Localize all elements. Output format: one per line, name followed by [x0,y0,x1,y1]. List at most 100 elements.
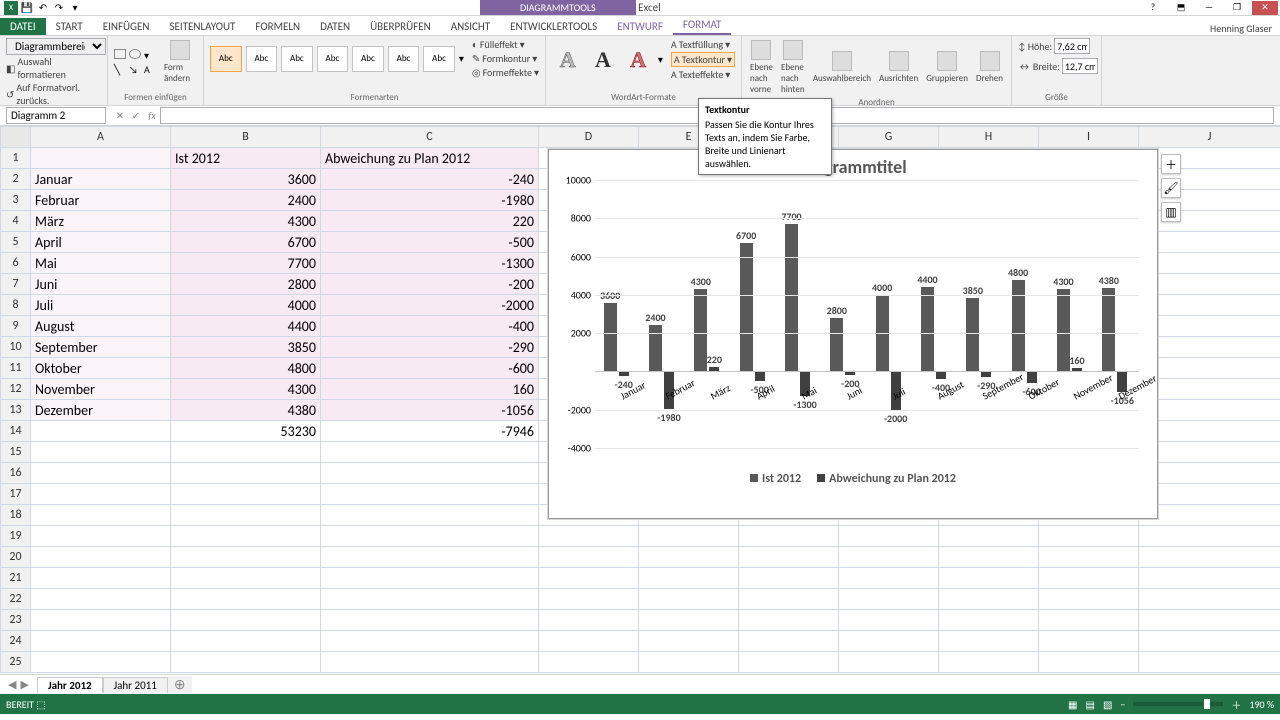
cell[interactable] [839,526,939,547]
cell[interactable] [839,589,939,610]
cell-A3[interactable]: Februar [31,190,171,211]
cell[interactable] [939,652,1039,673]
bar-ist-5[interactable]: 2800 [830,318,843,372]
cell[interactable] [1139,253,1280,274]
shape-style-2[interactable]: Abc [246,46,278,72]
cell-B13[interactable]: 4380 [171,400,321,421]
cell-B7[interactable]: 2800 [171,274,321,295]
cell[interactable] [1139,211,1280,232]
col-header-A[interactable]: A [31,127,171,148]
user-name[interactable]: Henning Glaser [1210,22,1280,35]
cell-C9[interactable]: -400 [321,316,539,337]
cell[interactable] [171,631,321,652]
row-header-19[interactable]: 19 [1,526,31,547]
row-header-1[interactable]: 1 [1,148,31,169]
cell[interactable] [1139,547,1280,568]
cell-C12[interactable]: 160 [321,379,539,400]
cell-A1[interactable] [31,148,171,169]
cell[interactable] [1139,232,1280,253]
cell[interactable] [539,631,639,652]
shape-line-icon[interactable]: ╲ [114,63,128,76]
shape-style-4[interactable]: Abc [317,46,349,72]
cell[interactable] [1139,295,1280,316]
cell[interactable] [321,568,539,589]
zoom-level[interactable]: 190 % [1249,698,1274,711]
cell-C7[interactable]: -200 [321,274,539,295]
cell[interactable] [1039,652,1139,673]
cell[interactable] [171,589,321,610]
shape-rect-icon[interactable] [114,49,126,59]
save-icon[interactable]: 💾 [20,1,34,15]
chart-filters-button[interactable]: ▥ [1161,202,1181,222]
tab-daten[interactable]: DATEN [310,18,360,35]
cell-B5[interactable]: 6700 [171,232,321,253]
cell[interactable] [31,547,171,568]
col-header-C[interactable]: C [321,127,539,148]
bar-abw-7[interactable]: -400 [936,371,946,379]
cell[interactable] [539,547,639,568]
cell[interactable] [639,526,739,547]
cell[interactable] [1139,169,1280,190]
cell-C13[interactable]: -1056 [321,400,539,421]
row-header-8[interactable]: 8 [1,295,31,316]
bring-forward-button[interactable]: Ebene nach vorne [748,38,775,97]
row-header-2[interactable]: 2 [1,169,31,190]
help-icon[interactable]: ? [1140,1,1166,15]
chart-elements-button[interactable]: ＋ [1161,154,1181,174]
format-selection-button[interactable]: ◧Auswahl formatieren [6,55,101,81]
cell[interactable] [171,610,321,631]
cell[interactable] [739,547,839,568]
row-header-3[interactable]: 3 [1,190,31,211]
cell[interactable] [739,610,839,631]
cell[interactable] [1139,148,1280,169]
shape-outline-button[interactable]: ✎Formkontur▾ [472,52,539,65]
cell[interactable] [639,589,739,610]
cell[interactable] [171,484,321,505]
view-normal-icon[interactable]: ▦ [1068,698,1077,711]
sheet-nav-prev-icon[interactable]: ◀ [8,678,16,691]
bar-abw-3[interactable]: -500 [755,371,765,381]
cell-C11[interactable]: -600 [321,358,539,379]
enter-formula-icon[interactable]: ✓ [128,109,144,122]
cell[interactable] [321,652,539,673]
cell[interactable] [1139,526,1280,547]
minimize-icon[interactable]: — [1196,1,1222,15]
cell[interactable] [1139,505,1280,526]
row-header-15[interactable]: 15 [1,442,31,463]
row-header-25[interactable]: 25 [1,652,31,673]
cell[interactable] [839,547,939,568]
row-header-22[interactable]: 22 [1,589,31,610]
cell[interactable] [31,484,171,505]
cell-B10[interactable]: 3850 [171,337,321,358]
text-fill-button[interactable]: ATextfüllung▾ [671,38,735,51]
cell-B9[interactable]: 4400 [171,316,321,337]
tab-start[interactable]: START [46,18,93,35]
shape-style-5[interactable]: Abc [352,46,384,72]
cell-A7[interactable]: Juni [31,274,171,295]
row-header-6[interactable]: 6 [1,253,31,274]
cell[interactable] [1139,589,1280,610]
row-header-12[interactable]: 12 [1,379,31,400]
wordart-style-1[interactable]: A [552,44,583,76]
cell[interactable] [171,547,321,568]
shape-style-1[interactable]: Abc [210,46,242,72]
cell[interactable] [1039,526,1139,547]
cell[interactable] [321,610,539,631]
cell[interactable] [321,526,539,547]
shape-style-6[interactable]: Abc [388,46,420,72]
view-layout-icon[interactable]: ▤ [1085,698,1094,711]
tab-entwurf[interactable]: ENTWURF [607,18,673,35]
cell[interactable] [1139,421,1280,442]
shape-effects-button[interactable]: ◎Formeffekte▾ [472,66,539,79]
tab-seitenlayout[interactable]: SEITENLAYOUT [159,18,245,35]
row-header-10[interactable]: 10 [1,337,31,358]
zoom-slider[interactable] [1133,702,1223,706]
cell[interactable] [539,526,639,547]
tab-format[interactable]: FORMAT [673,16,731,35]
cell[interactable] [839,652,939,673]
cell[interactable] [1139,442,1280,463]
cell-A2[interactable]: Januar [31,169,171,190]
send-backward-button[interactable]: Ebene nach hinten [779,38,807,97]
row-header-5[interactable]: 5 [1,232,31,253]
width-input[interactable] [1062,58,1098,74]
